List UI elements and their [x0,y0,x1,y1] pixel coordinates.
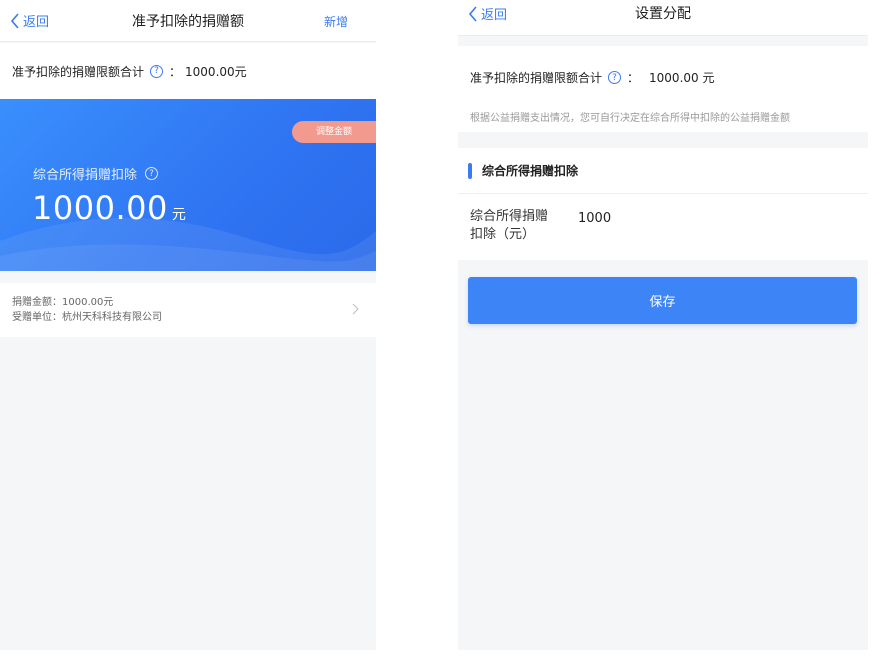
limit-label: 准予扣除的捐赠限额合计 [12,64,145,79]
summary-amount: 1000.00 元 [32,189,186,227]
section-header: 综合所得捐赠扣除 [458,148,868,194]
limit-separator: ： [169,64,182,79]
page-title: 准予扣除的捐赠额 [132,14,244,30]
summary-amount-unit: 元 [171,207,187,223]
allocation-hint: 根据公益捐赠支出情况，您可自行决定在综合所得中扣除的公益捐赠金额 [470,113,790,124]
nav-bar: 返回 设置分配 [458,0,868,36]
question-circle-icon[interactable]: ? [608,71,622,84]
question-circle-icon[interactable]: ? [150,64,164,78]
limit-label: 准予扣除的捐赠限额合计 [470,71,603,85]
save-button[interactable]: 保存 [468,277,857,324]
limit-value: 1000.00元 [185,64,247,79]
deduction-summary-card: 调整金额 综合所得捐赠扣除 ? 1000.00 元 [0,99,376,271]
question-circle-icon[interactable]: ? [145,167,159,180]
donation-list-screen: 返回 准予扣除的捐赠额 新增 准予扣除的捐赠限额合计 ? ： 1000.00元 … [0,0,376,650]
donation-record-item[interactable]: 捐赠金额：1000.00元 受赠单位：杭州天科科技有限公司 [0,283,376,337]
limit-separator: ： [627,71,640,85]
deduction-limit-block: 准予扣除的捐赠限额合计 ? ： 1000.00 元 根据公益捐赠支出情况，您可自… [458,46,868,132]
adjust-amount-button[interactable]: 调整金额 [292,121,376,143]
deduction-field-label: 综合所得捐赠扣除（元） [470,209,549,242]
deduction-amount-input[interactable] [578,208,778,228]
page-title: 设置分配 [635,6,691,22]
deduction-limit-row: 准予扣除的捐赠限额合计 ? ： 1000.00 元 [470,69,714,86]
donation-recipient: 受赠单位：杭州天科科技有限公司 [12,312,162,323]
chevron-right-icon [352,303,359,315]
donation-amount: 捐赠金额：1000.00元 [12,297,114,308]
deduction-limit-row: 准予扣除的捐赠限额合计 ? ： 1000.00元 [0,43,376,99]
summary-label: 综合所得捐赠扣除 [33,168,138,183]
deduction-field-row: 综合所得捐赠扣除（元） [458,194,868,260]
add-button[interactable]: 新增 [324,13,348,30]
allocation-settings-screen: 返回 设置分配 准予扣除的捐赠限额合计 ? ： 1000.00 元 根据公益捐赠… [458,0,868,650]
section-accent-bar [468,162,472,179]
section-title: 综合所得捐赠扣除 [482,164,579,178]
limit-value: 1000.00 元 [649,71,715,85]
nav-bar: 返回 准予扣除的捐赠额 新增 [0,0,376,42]
summary-amount-value: 1000.00 [32,189,168,227]
summary-label-row: 综合所得捐赠扣除 ? [33,164,164,183]
